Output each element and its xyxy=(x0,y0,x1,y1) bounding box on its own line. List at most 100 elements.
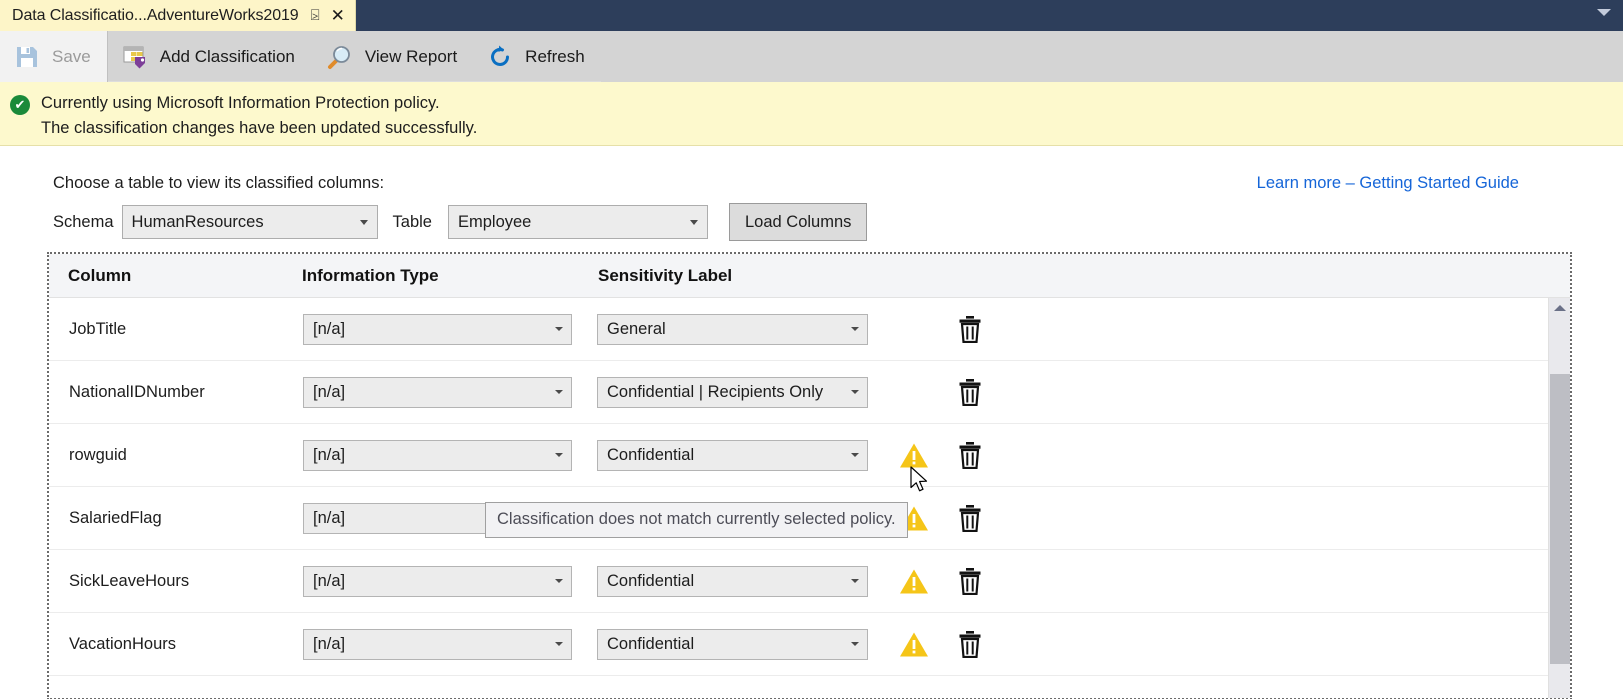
grid-header-column: Column xyxy=(68,266,131,286)
info-bar-line-2: The classification changes have been upd… xyxy=(41,116,477,141)
table-selector-row: Schema HumanResources Table Employee Loa… xyxy=(53,203,867,241)
trash-icon[interactable] xyxy=(957,567,983,595)
refresh-button[interactable]: Refresh xyxy=(473,31,601,82)
row-sensitivity-cell: Confidential xyxy=(597,440,868,471)
row-sensitivity-cell: General xyxy=(597,314,868,345)
trash-icon[interactable] xyxy=(957,441,983,469)
row-sensitivity-cell: Confidential | Recipients Only xyxy=(597,377,868,408)
row-information-type-cell: [n/a] xyxy=(303,314,572,345)
chooser-prompt: Choose a table to view its classified co… xyxy=(53,174,384,193)
policy-mismatch-warning-icon[interactable] xyxy=(899,568,929,595)
save-disk-icon xyxy=(14,44,40,70)
sensitivity-label-value: Confidential xyxy=(607,635,694,654)
trash-icon[interactable] xyxy=(957,504,983,532)
data-classification-window: Data Classificatio...AdventureWorks2019 … xyxy=(0,0,1623,699)
row-column-name: NationalIDNumber xyxy=(69,383,205,402)
chevron-down-icon xyxy=(851,390,859,394)
save-button[interactable]: Save xyxy=(0,31,107,82)
sensitivity-label-select[interactable]: Confidential xyxy=(597,629,868,660)
chevron-down-icon[interactable] xyxy=(1597,9,1611,16)
add-classification-label: Add Classification xyxy=(160,47,295,67)
row-information-type-cell: [n/a] xyxy=(303,566,572,597)
row-information-type-cell: [n/a] xyxy=(303,377,572,408)
load-columns-button[interactable]: Load Columns xyxy=(729,203,867,241)
sensitivity-label-select[interactable]: Confidential xyxy=(597,566,868,597)
refresh-circular-arrow-icon xyxy=(487,44,513,70)
information-type-value: [n/a] xyxy=(313,383,345,402)
sensitivity-label-value: Confidential | Recipients Only xyxy=(607,383,823,402)
information-type-select[interactable]: [n/a] xyxy=(303,440,572,471)
table-label: Table xyxy=(393,213,432,232)
information-type-select[interactable]: [n/a] xyxy=(303,566,572,597)
sensitivity-label-select[interactable]: Confidential | Recipients Only xyxy=(597,377,868,408)
policy-mismatch-warning-icon[interactable] xyxy=(899,631,929,658)
sensitivity-label-value: General xyxy=(607,320,666,339)
status-info-bar: ✔ Currently using Microsoft Information … xyxy=(0,82,1623,146)
table-row: VacationHours [n/a] Confidential xyxy=(49,613,1570,676)
view-report-label: View Report xyxy=(365,47,457,67)
success-check-icon: ✔ xyxy=(10,95,30,115)
grid-vertical-scrollbar[interactable] xyxy=(1548,298,1570,698)
add-classification-icon xyxy=(122,44,148,70)
main-content: Choose a table to view its classified co… xyxy=(0,147,1623,699)
refresh-label: Refresh xyxy=(525,47,585,67)
sensitivity-label-value: Confidential xyxy=(607,446,694,465)
chevron-down-icon xyxy=(555,453,563,457)
chevron-down-icon xyxy=(360,220,368,225)
load-columns-button-label: Load Columns xyxy=(745,213,851,232)
add-classification-button[interactable]: Add Classification xyxy=(108,31,311,82)
schema-select[interactable]: HumanResources xyxy=(122,205,378,239)
document-tab[interactable]: Data Classificatio...AdventureWorks2019 … xyxy=(0,0,356,31)
table-row: NationalIDNumber [n/a] Confidential | Re… xyxy=(49,361,1570,424)
chevron-down-icon xyxy=(555,327,563,331)
table-row: rowguid [n/a] Confidential xyxy=(49,424,1570,487)
toolbar-filler xyxy=(601,31,1623,82)
save-button-label: Save xyxy=(52,47,91,67)
information-type-select[interactable]: [n/a] xyxy=(303,377,572,408)
row-column-name: SalariedFlag xyxy=(69,509,162,528)
chevron-down-icon xyxy=(851,642,859,646)
scrollbar-thumb[interactable] xyxy=(1550,374,1570,664)
close-icon[interactable]: ✕ xyxy=(331,7,345,24)
information-type-value: [n/a] xyxy=(313,509,345,528)
row-column-name: VacationHours xyxy=(69,635,176,654)
row-column-name: SickLeaveHours xyxy=(69,572,189,591)
info-bar-line-1: Currently using Microsoft Information Pr… xyxy=(41,91,477,116)
schema-label: Schema xyxy=(53,213,114,232)
table-select-value: Employee xyxy=(458,213,531,232)
information-type-value: [n/a] xyxy=(313,635,345,654)
pin-icon[interactable]: ⍄ xyxy=(311,8,320,23)
warning-tooltip: Classification does not match currently … xyxy=(485,502,908,538)
trash-icon[interactable] xyxy=(957,630,983,658)
view-report-button[interactable]: View Report xyxy=(311,31,473,82)
row-information-type-cell: [n/a] xyxy=(303,440,572,471)
grid-body: JobTitle [n/a] General xyxy=(49,298,1570,676)
information-type-value: [n/a] xyxy=(313,572,345,591)
sensitivity-label-select[interactable]: General xyxy=(597,314,868,345)
learn-more-link[interactable]: Learn more – Getting Started Guide xyxy=(1257,174,1519,193)
table-row: JobTitle [n/a] General xyxy=(49,298,1570,361)
information-type-select[interactable]: [n/a] xyxy=(303,314,572,345)
trash-icon[interactable] xyxy=(957,378,983,406)
sensitivity-label-select[interactable]: Confidential xyxy=(597,440,868,471)
document-tab-title: Data Classificatio...AdventureWorks2019 xyxy=(12,7,299,25)
row-column-name: rowguid xyxy=(69,446,127,465)
policy-mismatch-warning-icon[interactable] xyxy=(899,442,929,469)
magnifier-icon xyxy=(325,43,353,71)
chevron-down-icon xyxy=(851,579,859,583)
row-information-type-cell: [n/a] xyxy=(303,629,572,660)
title-bar: Data Classificatio...AdventureWorks2019 … xyxy=(0,0,1623,31)
information-type-value: [n/a] xyxy=(313,446,345,465)
row-sensitivity-cell: Confidential xyxy=(597,566,868,597)
information-type-select[interactable]: [n/a] xyxy=(303,629,572,660)
sensitivity-label-value: Confidential xyxy=(607,572,694,591)
information-type-value: [n/a] xyxy=(313,320,345,339)
trash-icon[interactable] xyxy=(957,315,983,343)
table-select[interactable]: Employee xyxy=(448,205,708,239)
chevron-down-icon xyxy=(851,327,859,331)
schema-select-value: HumanResources xyxy=(132,213,264,232)
grid-header-info-type: Information Type xyxy=(302,266,439,286)
table-row: SickLeaveHours [n/a] Confidential xyxy=(49,550,1570,613)
chevron-down-icon xyxy=(555,642,563,646)
scroll-up-arrow-icon[interactable] xyxy=(1549,298,1571,318)
